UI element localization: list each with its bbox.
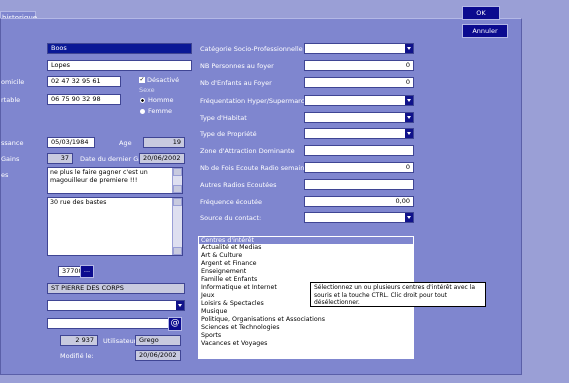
desactive-checkbox[interactable]: ✓ Désactivé xyxy=(139,76,179,84)
count-field: 2 937 xyxy=(60,335,98,346)
checkmark-icon: ✓ xyxy=(139,76,145,83)
source-label: Source du contact: xyxy=(200,214,262,222)
utilisateur-label: Utilisateur xyxy=(103,337,137,345)
modifie-label: Modifié le: xyxy=(60,352,94,360)
zone-field[interactable] xyxy=(304,145,414,156)
naissance-field[interactable]: 05/03/1984 xyxy=(47,137,95,148)
dernier-gain-label: Date du dernier Gain xyxy=(80,155,149,163)
utilisateur-field: Grego xyxy=(135,335,181,346)
freq-hyper-select[interactable] xyxy=(304,95,414,106)
notes-text: ne plus le faire gagner c'est un magouil… xyxy=(50,169,148,184)
email-button[interactable]: @ xyxy=(168,317,182,331)
nb-enfants-field[interactable]: 0 xyxy=(304,77,414,88)
address-text: 30 rue des bastes xyxy=(50,199,107,206)
sexe-label: Sexe xyxy=(139,86,155,94)
centres-interet-title: Centres d'intérêt xyxy=(199,237,413,244)
dropdown-arrow-icon[interactable] xyxy=(405,213,413,222)
autres-radios-field[interactable] xyxy=(304,179,414,190)
homme-radio[interactable]: Homme xyxy=(140,96,174,104)
autres-radios-label: Autres Radios Ecoutées xyxy=(200,181,277,189)
list-item[interactable]: Vacances et Voyages xyxy=(199,340,413,348)
address-scrollbar[interactable] xyxy=(172,198,182,255)
centres-tooltip: Sélectionnez un ou plusieurs centres d'i… xyxy=(310,282,486,307)
type-habitat-select[interactable] xyxy=(304,112,414,123)
type-habitat-label: Type d'Habitat xyxy=(200,114,247,122)
frequence-label: Fréquence écoutée xyxy=(200,198,263,206)
list-item[interactable]: Actualité et Medias xyxy=(199,244,413,252)
femme-label: Femme xyxy=(148,107,173,115)
source-select[interactable] xyxy=(304,212,414,223)
frequence-field[interactable]: 0,00 xyxy=(304,196,414,207)
csp-select[interactable] xyxy=(304,43,414,54)
city-field[interactable]: ST PIERRE DES CORPS xyxy=(47,283,185,294)
notes-label: es xyxy=(1,171,9,179)
nb-personnes-label: NB Personnes au foyer xyxy=(200,62,274,70)
scroll-down-icon[interactable] xyxy=(173,185,182,193)
age-field: 19 xyxy=(143,137,185,148)
zone-label: Zone d'Attraction Dominante xyxy=(200,147,295,155)
radio-icon xyxy=(140,108,145,114)
dropdown-arrow-icon[interactable] xyxy=(176,301,184,310)
radio-selected-icon xyxy=(140,97,145,103)
csp-label: Catégorie Socio-Professionnelle xyxy=(200,45,303,53)
domicile-phone-field[interactable]: 02 47 32 95 61 xyxy=(47,76,121,87)
list-item[interactable]: Sports xyxy=(199,332,413,340)
email-field[interactable] xyxy=(47,318,169,329)
homme-label: Homme xyxy=(148,96,174,104)
modifie-field: 20/06/2002 xyxy=(135,350,181,361)
address-textarea[interactable]: 30 rue des bastes xyxy=(47,197,183,256)
nb-personnes-field[interactable]: 0 xyxy=(304,60,414,71)
radio-ecoute-label: Nb de Fois Ecoute Radio semaine xyxy=(200,164,309,172)
domicile-label: omicile xyxy=(1,78,25,86)
desactive-label: Désactivé xyxy=(147,76,180,84)
browse-button[interactable]: ... xyxy=(80,265,94,278)
list-item[interactable]: Musique xyxy=(199,308,413,316)
scroll-up-icon[interactable] xyxy=(173,168,182,176)
type-propriete-select[interactable] xyxy=(304,128,414,139)
notes-textarea[interactable]: ne plus le faire gagner c'est un magouil… xyxy=(47,167,183,194)
gains-field: 37 xyxy=(47,153,73,164)
lastname-field[interactable]: Lopes xyxy=(47,60,192,71)
dropdown-arrow-icon[interactable] xyxy=(405,96,413,105)
radio-ecoute-field[interactable]: 0 xyxy=(304,162,414,173)
portable-label: rtable xyxy=(1,96,21,104)
femme-radio[interactable]: Femme xyxy=(140,107,172,115)
list-item[interactable]: Enseignement xyxy=(199,268,413,276)
nb-enfants-label: Nb d'Enfants au Foyer xyxy=(200,79,272,87)
list-item[interactable]: Politique, Organisations et Associations xyxy=(199,316,413,324)
notes-scrollbar[interactable] xyxy=(172,168,182,193)
freq-hyper-label: Fréquentation Hyper/Supermarchés xyxy=(200,97,316,105)
combo-field[interactable] xyxy=(47,300,185,311)
list-item[interactable]: Sciences et Technologies xyxy=(199,324,413,332)
gains-label: Gains xyxy=(1,155,20,163)
portable-phone-field[interactable]: 06 75 90 32 98 xyxy=(47,94,121,105)
dropdown-arrow-icon[interactable] xyxy=(405,113,413,122)
dernier-gain-field: 20/06/2002 xyxy=(139,153,185,164)
list-item[interactable]: Art & Culture xyxy=(199,252,413,260)
ok-button[interactable]: OK xyxy=(462,6,500,20)
dropdown-arrow-icon[interactable] xyxy=(405,44,413,53)
dropdown-arrow-icon[interactable] xyxy=(405,129,413,138)
scroll-down-icon[interactable] xyxy=(173,247,182,255)
scroll-up-icon[interactable] xyxy=(173,198,182,206)
cancel-button[interactable]: Annuler xyxy=(462,24,508,38)
naissance-label: ssance xyxy=(1,139,24,147)
firstname-field[interactable]: Boos xyxy=(47,43,192,54)
type-propriete-label: Type de Propriété xyxy=(200,130,257,138)
age-label: Age xyxy=(119,139,132,147)
list-item[interactable]: Argent et Finance xyxy=(199,260,413,268)
